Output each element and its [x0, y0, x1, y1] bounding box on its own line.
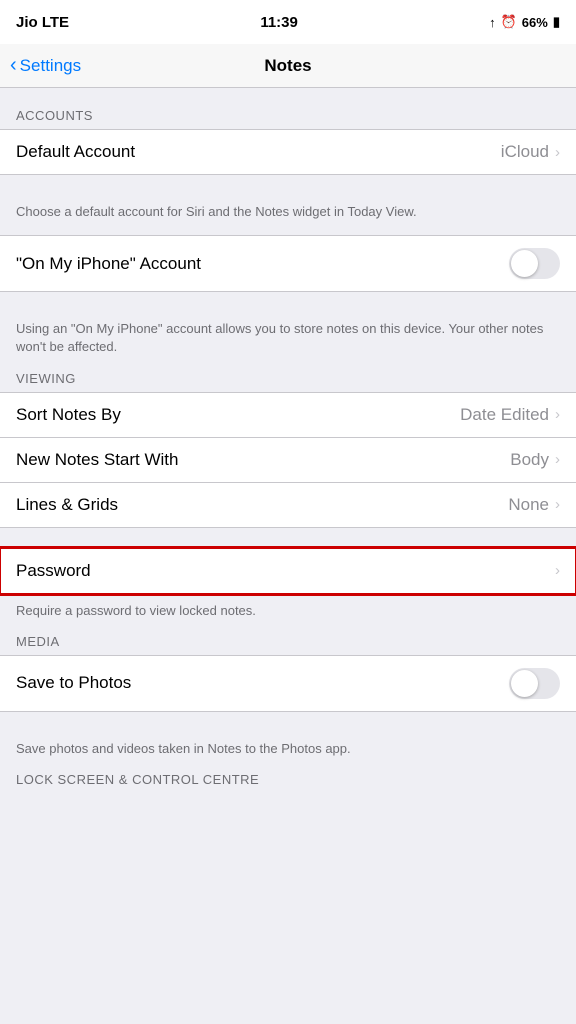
on-my-iphone-left: "On My iPhone" Account [16, 254, 509, 274]
on-my-iphone-description: Using an "On My iPhone" account allows y… [0, 312, 576, 370]
status-right: ↑ ⏰ 66% ▮ [489, 14, 560, 30]
sort-notes-by-right: Date Edited › [460, 405, 560, 425]
status-time: 11:39 [260, 14, 298, 31]
new-notes-start-with-row[interactable]: New Notes Start With Body › [0, 438, 576, 483]
back-chevron-icon: ‹ [10, 55, 17, 75]
battery-icon: ▮ [553, 14, 560, 30]
save-to-photos-label: Save to Photos [16, 673, 131, 693]
default-account-left: Default Account [16, 142, 501, 162]
on-my-iphone-row[interactable]: "On My iPhone" Account [0, 236, 576, 291]
password-right: › [555, 562, 560, 579]
on-my-iphone-group: "On My iPhone" Account [0, 235, 576, 292]
save-to-photos-left: Save to Photos [16, 673, 509, 693]
viewing-group: Sort Notes By Date Edited › New Notes St… [0, 392, 576, 528]
sort-notes-by-row[interactable]: Sort Notes By Date Edited › [0, 393, 576, 438]
save-to-photos-right [509, 668, 560, 699]
default-account-chevron-icon: › [555, 144, 560, 161]
lock-screen-section-header: LOCK SCREEN & CONTROL CENTRE [0, 772, 576, 793]
password-chevron-icon: › [555, 562, 560, 579]
default-account-value: iCloud [501, 142, 549, 162]
settings-content: ACCOUNTS Default Account iCloud › Choose… [0, 88, 576, 793]
default-account-right: iCloud › [501, 142, 560, 162]
viewing-section-header: VIEWING [0, 371, 576, 392]
new-notes-start-with-right: Body › [510, 450, 560, 470]
save-to-photos-toggle[interactable] [509, 668, 560, 699]
battery-text: 66% [522, 15, 548, 30]
accounts-section-header: ACCOUNTS [0, 108, 576, 129]
lines-grids-row[interactable]: Lines & Grids None › [0, 483, 576, 527]
sort-notes-by-value: Date Edited [460, 405, 549, 425]
sort-notes-by-left: Sort Notes By [16, 405, 460, 425]
on-my-iphone-toggle-knob [511, 250, 538, 277]
nav-bar: ‹ Settings Notes [0, 44, 576, 88]
sort-notes-by-chevron-icon: › [555, 406, 560, 423]
accounts-group: Default Account iCloud › [0, 129, 576, 175]
save-to-photos-row[interactable]: Save to Photos [0, 656, 576, 711]
password-row[interactable]: Password › [0, 549, 576, 593]
password-group: Password › [0, 548, 576, 594]
lines-grids-left: Lines & Grids [16, 495, 508, 515]
back-button[interactable]: ‹ Settings [10, 56, 81, 76]
back-label: Settings [20, 56, 81, 76]
media-section-header: MEDIA [0, 634, 576, 655]
on-my-iphone-toggle[interactable] [509, 248, 560, 279]
on-my-iphone-right [509, 248, 560, 279]
status-left: Jio LTE [16, 14, 69, 31]
media-description: Save photos and videos taken in Notes to… [0, 732, 576, 772]
lines-grids-label: Lines & Grids [16, 495, 118, 515]
page-title: Notes [264, 56, 311, 76]
default-account-label: Default Account [16, 142, 135, 162]
password-description: Require a password to view locked notes. [0, 594, 576, 634]
on-my-iphone-label: "On My iPhone" Account [16, 254, 201, 274]
lines-grids-chevron-icon: › [555, 496, 560, 513]
lines-grids-right: None › [508, 495, 560, 515]
sort-notes-by-label: Sort Notes By [16, 405, 121, 425]
accounts-description: Choose a default account for Siri and th… [0, 195, 576, 235]
default-account-row[interactable]: Default Account iCloud › [0, 130, 576, 174]
lines-grids-value: None [508, 495, 549, 515]
media-group: Save to Photos [0, 655, 576, 712]
alarm-icon: ⏰ [501, 14, 517, 30]
save-to-photos-toggle-knob [511, 670, 538, 697]
location-icon: ↑ [489, 15, 496, 30]
carrier-text: Jio LTE [16, 14, 69, 31]
new-notes-start-with-chevron-icon: › [555, 451, 560, 468]
status-bar: Jio LTE 11:39 ↑ ⏰ 66% ▮ [0, 0, 576, 44]
password-label: Password [16, 561, 91, 581]
new-notes-start-with-left: New Notes Start With [16, 450, 510, 470]
password-left: Password [16, 561, 555, 581]
new-notes-start-with-label: New Notes Start With [16, 450, 179, 470]
new-notes-start-with-value: Body [510, 450, 549, 470]
